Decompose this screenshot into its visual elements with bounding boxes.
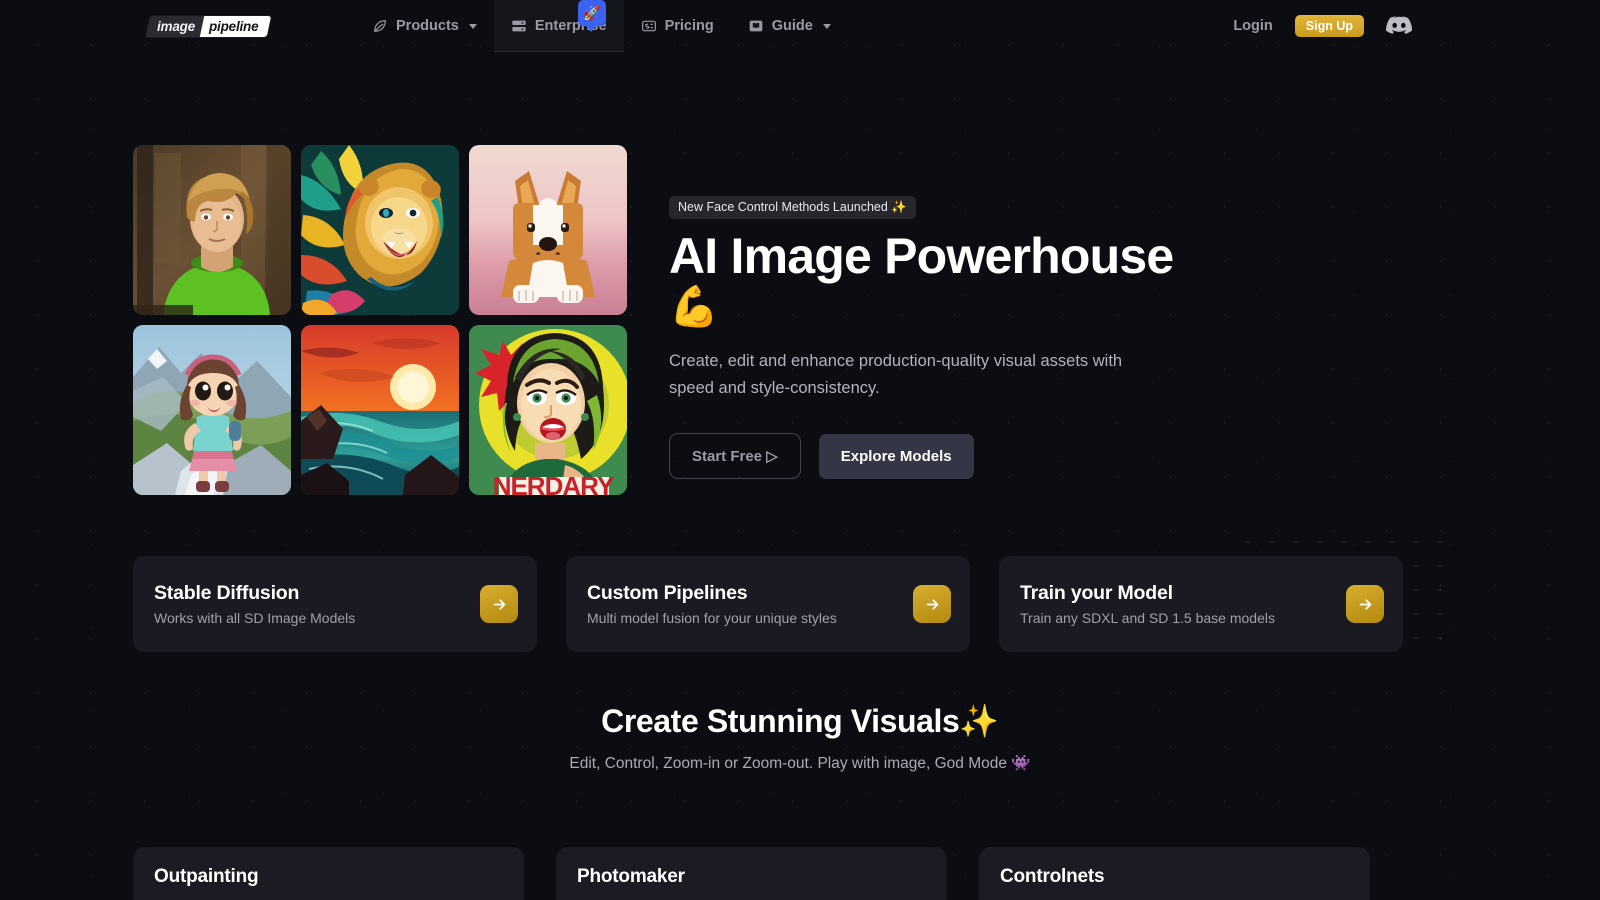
feature-card-subtitle: Multi model fusion for your unique style… bbox=[587, 610, 837, 626]
feature-card-title: Train your Model bbox=[1020, 582, 1173, 604]
page-root: image pipeline Products Enterprise Prici… bbox=[0, 0, 1600, 900]
gallery-image-sunset-ocean[interactable] bbox=[301, 325, 459, 495]
feature-card-train-your-model[interactable]: Train your Model Train any SDXL and SD 1… bbox=[999, 556, 1403, 652]
section-subheading: Edit, Control, Zoom-in or Zoom-out. Play… bbox=[569, 755, 1031, 772]
feature-card-text: Train your Model Train any SDXL and SD 1… bbox=[1020, 582, 1275, 626]
logo-left-segment: image bbox=[145, 16, 205, 37]
section-heading: Create Stunning Visuals✨ bbox=[601, 703, 999, 739]
feature-card-subtitle: Train any SDXL and SD 1.5 base models bbox=[1020, 610, 1275, 626]
hero-cta-group: Start Free ▷ Explore Models bbox=[669, 433, 1229, 480]
feature-card-text: Stable Diffusion Works with all SD Image… bbox=[154, 582, 355, 626]
capability-card-controlnets[interactable]: Controlnets bbox=[979, 847, 1370, 900]
start-free-button[interactable]: Start Free ▷ bbox=[669, 433, 801, 480]
gallery-image-pixel-corgi[interactable] bbox=[469, 145, 627, 315]
arrow-right-icon bbox=[926, 598, 938, 610]
book-icon bbox=[748, 18, 764, 34]
feature-card-custom-pipelines[interactable]: Custom Pipelines Multi model fusion for … bbox=[566, 556, 970, 652]
capability-card-row: Outpainting Photomaker Controlnets bbox=[133, 847, 1370, 900]
arrow-right-icon-button[interactable] bbox=[480, 585, 518, 623]
flexed-biceps-emoji-icon: 💪 bbox=[669, 285, 719, 329]
nav-label-products: Products bbox=[396, 18, 459, 34]
capability-card-outpainting[interactable]: Outpainting bbox=[133, 847, 524, 900]
nav-label-guide: Guide bbox=[771, 18, 813, 34]
page-title: AI Image Powerhouse 💪 bbox=[669, 231, 1229, 330]
hero-subtitle: Create, edit and enhance production-qual… bbox=[669, 352, 1123, 397]
nav-item-guide[interactable]: Guide bbox=[731, 0, 848, 52]
hero-announcement-badge[interactable]: New Face Control Methods Launched ✨ bbox=[669, 196, 916, 219]
explore-models-button[interactable]: Explore Models bbox=[818, 433, 974, 479]
arrow-right-icon bbox=[1359, 598, 1371, 610]
discord-icon[interactable] bbox=[1386, 13, 1412, 39]
leaf-icon bbox=[372, 18, 388, 34]
arrow-right-icon-button[interactable] bbox=[913, 585, 951, 623]
gallery-image-3d-girl-mountain[interactable] bbox=[133, 325, 291, 495]
gallery-image-man-green-shirt[interactable] bbox=[133, 145, 291, 315]
capability-card-title: Controlnets bbox=[1000, 866, 1105, 887]
feature-card-text: Custom Pipelines Multi model fusion for … bbox=[587, 582, 837, 626]
site-logo[interactable]: image pipeline bbox=[145, 16, 272, 37]
nav-label-pricing: Pricing bbox=[664, 18, 714, 34]
logo-text-image: image bbox=[157, 19, 196, 34]
hero-image-gallery: NERDARY bbox=[133, 145, 627, 495]
top-navigation-bar: image pipeline Products Enterprise Prici… bbox=[0, 0, 1600, 52]
feature-card-title: Custom Pipelines bbox=[587, 582, 748, 604]
chevron-down-icon bbox=[468, 23, 477, 29]
nav-item-pricing[interactable]: Pricing bbox=[624, 0, 731, 52]
capability-card-photomaker[interactable]: Photomaker bbox=[556, 847, 947, 900]
server-rack-icon bbox=[511, 18, 527, 34]
signup-button[interactable]: Sign Up bbox=[1294, 15, 1364, 37]
logo-right-segment: pipeline bbox=[199, 16, 272, 37]
price-tag-icon bbox=[641, 18, 657, 34]
rocket-emoji-icon: 🚀 bbox=[583, 4, 601, 21]
rocket-badge-tooltip[interactable]: 🚀 bbox=[578, 0, 606, 32]
feature-card-title: Stable Diffusion bbox=[154, 582, 300, 604]
chevron-down-icon bbox=[822, 23, 831, 29]
nav-right-actions: Login Sign Up bbox=[1233, 0, 1412, 52]
arrow-right-icon bbox=[493, 598, 505, 610]
create-visuals-section: Create Stunning Visuals✨ Edit, Control, … bbox=[0, 702, 1600, 773]
feature-card-stable-diffusion[interactable]: Stable Diffusion Works with all SD Image… bbox=[133, 556, 537, 652]
hero-section: New Face Control Methods Launched ✨ AI I… bbox=[669, 196, 1229, 480]
gallery-image-popart-woman[interactable]: NERDARY bbox=[469, 325, 627, 495]
feature-card-row: Stable Diffusion Works with all SD Image… bbox=[133, 556, 1403, 652]
login-link[interactable]: Login bbox=[1233, 18, 1272, 34]
hero-title-text: AI Image Powerhouse bbox=[669, 228, 1174, 284]
nav-item-products[interactable]: Products bbox=[355, 0, 494, 52]
arrow-right-icon-button[interactable] bbox=[1346, 585, 1384, 623]
feature-card-subtitle: Works with all SD Image Models bbox=[154, 610, 356, 626]
capability-card-title: Outpainting bbox=[154, 866, 259, 887]
capability-card-title: Photomaker bbox=[577, 866, 685, 887]
gallery-image-colorful-lion[interactable] bbox=[301, 145, 459, 315]
logo-text-pipeline: pipeline bbox=[209, 19, 259, 34]
svg-text:NERDARY: NERDARY bbox=[493, 471, 614, 495]
